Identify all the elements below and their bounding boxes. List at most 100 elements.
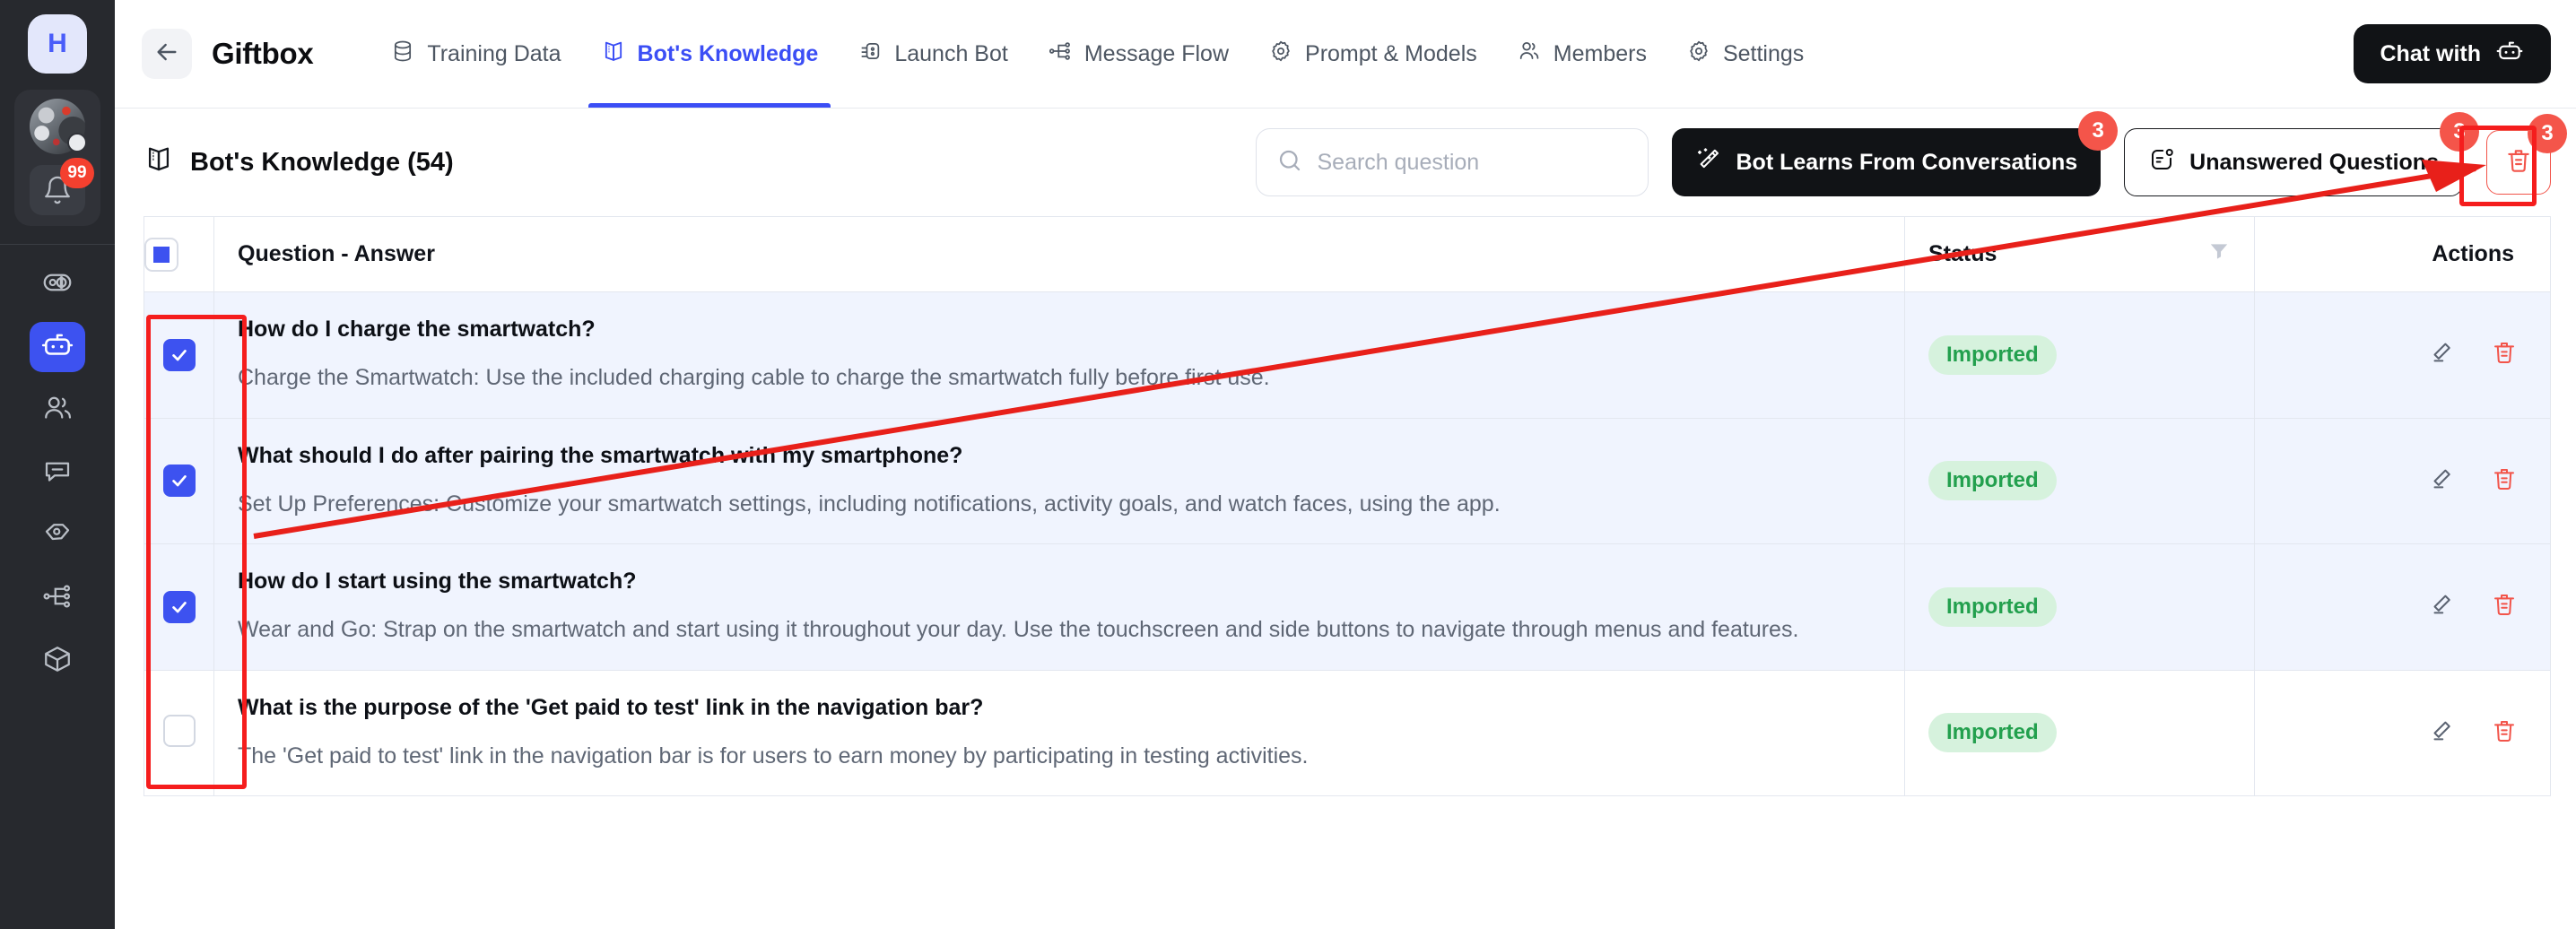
edit-icon[interactable] <box>2428 591 2455 622</box>
tab-bots-knowledge[interactable]: Bot's Knowledge <box>587 0 831 108</box>
knowledge-title: Bot's Knowledge (54) <box>144 143 454 181</box>
actions-cell <box>2254 291 2551 419</box>
arrow-left-icon <box>152 38 181 71</box>
bot-learns-badge: 3 <box>2078 111 2119 151</box>
actions-cell <box>2254 417 2551 544</box>
delete-icon[interactable] <box>2491 339 2518 370</box>
status-header-label: Status <box>1928 241 1997 266</box>
tab-label: Launch Bot <box>894 40 1008 66</box>
delete-icon[interactable] <box>2491 465 2518 497</box>
question-text: How do I charge the smartwatch? <box>238 317 596 342</box>
edit-icon[interactable] <box>2428 717 2455 749</box>
edit-icon[interactable] <box>2428 339 2455 370</box>
qa-cell: What should I do after pairing the smart… <box>213 417 1905 544</box>
actions-cell <box>2254 543 2551 671</box>
tab-label: Members <box>1553 40 1647 66</box>
delete-icon[interactable] <box>2491 591 2518 622</box>
search-box[interactable] <box>1255 128 1649 196</box>
delete-icon[interactable] <box>2491 717 2518 749</box>
sidebar-item-bots[interactable] <box>30 322 85 372</box>
robot-icon <box>40 328 74 367</box>
row-select-cell[interactable] <box>144 669 214 796</box>
flow-icon <box>1048 39 1073 70</box>
sidebar-item-conversations[interactable] <box>30 447 85 498</box>
actions-cell <box>2254 669 2551 796</box>
box-icon <box>41 643 74 680</box>
unanswered-label: Unanswered Questions <box>2189 149 2439 175</box>
rail-nav <box>0 259 115 686</box>
answer-text: Set Up Preferences: Customize your smart… <box>238 491 1501 517</box>
workspace-logo-letter: H <box>48 29 67 58</box>
row-checkbox[interactable] <box>162 590 196 623</box>
status-cell: Imported <box>1904 291 2255 419</box>
flow-icon <box>41 580 74 617</box>
sidebar-item-tags[interactable] <box>30 510 85 560</box>
question-text: What should I do after pairing the smart… <box>238 442 963 468</box>
edit-icon[interactable] <box>2428 465 2455 497</box>
book-icon <box>144 143 174 181</box>
chat-button-label: Chat with <box>2380 40 2482 66</box>
tab-label: Training Data <box>427 40 561 66</box>
question-text: How do I start using the smartwatch? <box>238 569 637 594</box>
tab-training-data[interactable]: Training Data <box>390 0 561 108</box>
table-row[interactable]: How do I charge the smartwatch? Charge t… <box>144 291 2551 419</box>
workspace-logo[interactable]: H <box>28 14 87 74</box>
row-select-cell[interactable] <box>144 417 214 544</box>
book-icon <box>601 39 626 70</box>
tab-label: Settings <box>1722 40 1805 66</box>
qa-cell: How do I start using the smartwatch? Wea… <box>213 543 1905 671</box>
answer-text: Charge the Smartwatch: Use the included … <box>238 365 1270 391</box>
row-checkbox[interactable] <box>162 338 196 371</box>
tab-settings[interactable]: Settings <box>1686 0 1804 108</box>
select-all-checkbox[interactable] <box>144 237 178 272</box>
back-button[interactable] <box>142 29 192 79</box>
left-rail: H 99 <box>0 0 115 929</box>
robot-icon <box>2495 37 2524 72</box>
bulk-delete-button[interactable]: 3 <box>2486 114 2567 195</box>
table-row[interactable]: What should I do after pairing the smart… <box>144 417 2551 544</box>
unanswered-questions-button[interactable]: Unanswered Questions 3 <box>2124 112 2479 196</box>
answer-text: Wear and Go: Strap on the smartwatch and… <box>238 617 1799 643</box>
unanswered-badge: 3 <box>2440 112 2479 152</box>
bot-learns-label: Bot Learns From Conversations <box>1736 149 2078 175</box>
tab-prompt-models[interactable]: Prompt & Models <box>1268 0 1477 108</box>
tab-message-flow[interactable]: Message Flow <box>1048 0 1229 108</box>
delete-badge: 3 <box>2528 114 2567 153</box>
knowledge-table-wrapper: Question - Answer Status Actions How do … <box>115 216 2576 929</box>
table-body: How do I charge the smartwatch? Charge t… <box>144 291 2551 796</box>
qa-cell: How do I charge the smartwatch? Charge t… <box>213 291 1905 419</box>
tab-label: Message Flow <box>1083 40 1230 66</box>
app-root: H 99 Giftbox Training Data Bot's Knowled… <box>0 0 2576 929</box>
sidebar-item-flows[interactable] <box>30 573 85 623</box>
knowledge-toolbar: Bot's Knowledge (54) Search question Bot… <box>115 109 2576 216</box>
status-cell: Imported <box>1904 669 2255 796</box>
row-checkbox[interactable] <box>162 464 196 498</box>
chat-with-button[interactable]: Chat with <box>2353 24 2551 83</box>
row-select-cell[interactable] <box>144 291 214 419</box>
avatar[interactable] <box>30 99 87 154</box>
status-badge: Imported <box>1928 461 2057 501</box>
bot-learns-from-conversations-button[interactable]: Bot Learns From Conversations 3 <box>1671 111 2119 196</box>
notifications-button[interactable]: 99 <box>30 158 94 215</box>
search-input[interactable] <box>1317 149 1628 176</box>
gauge-icon <box>41 266 74 303</box>
main-tabs: Training Data Bot's Knowledge Launch Bot… <box>390 0 1804 108</box>
filter-icon[interactable] <box>2207 239 2231 269</box>
status-cell: Imported <box>1904 417 2255 544</box>
row-checkbox[interactable] <box>162 714 196 747</box>
tab-launch-bot[interactable]: Launch Bot <box>857 0 1008 108</box>
status-badge: Imported <box>1928 713 2057 753</box>
indeterminate-mark <box>153 246 170 263</box>
qa-cell: What is the purpose of the 'Get paid to … <box>213 669 1905 796</box>
table-row[interactable]: How do I start using the smartwatch? Wea… <box>144 543 2551 671</box>
database-icon <box>390 39 415 70</box>
tab-members[interactable]: Members <box>1517 0 1647 108</box>
sidebar-item-dashboard[interactable] <box>30 259 85 309</box>
sidebar-item-integrations[interactable] <box>30 636 85 686</box>
table-row[interactable]: What is the purpose of the 'Get paid to … <box>144 669 2551 796</box>
question-answer-header: Question - Answer <box>213 216 1905 292</box>
row-select-cell[interactable] <box>144 543 214 671</box>
sidebar-item-contacts[interactable] <box>30 385 85 435</box>
status-badge: Imported <box>1928 586 2057 627</box>
tag-icon <box>41 517 74 554</box>
